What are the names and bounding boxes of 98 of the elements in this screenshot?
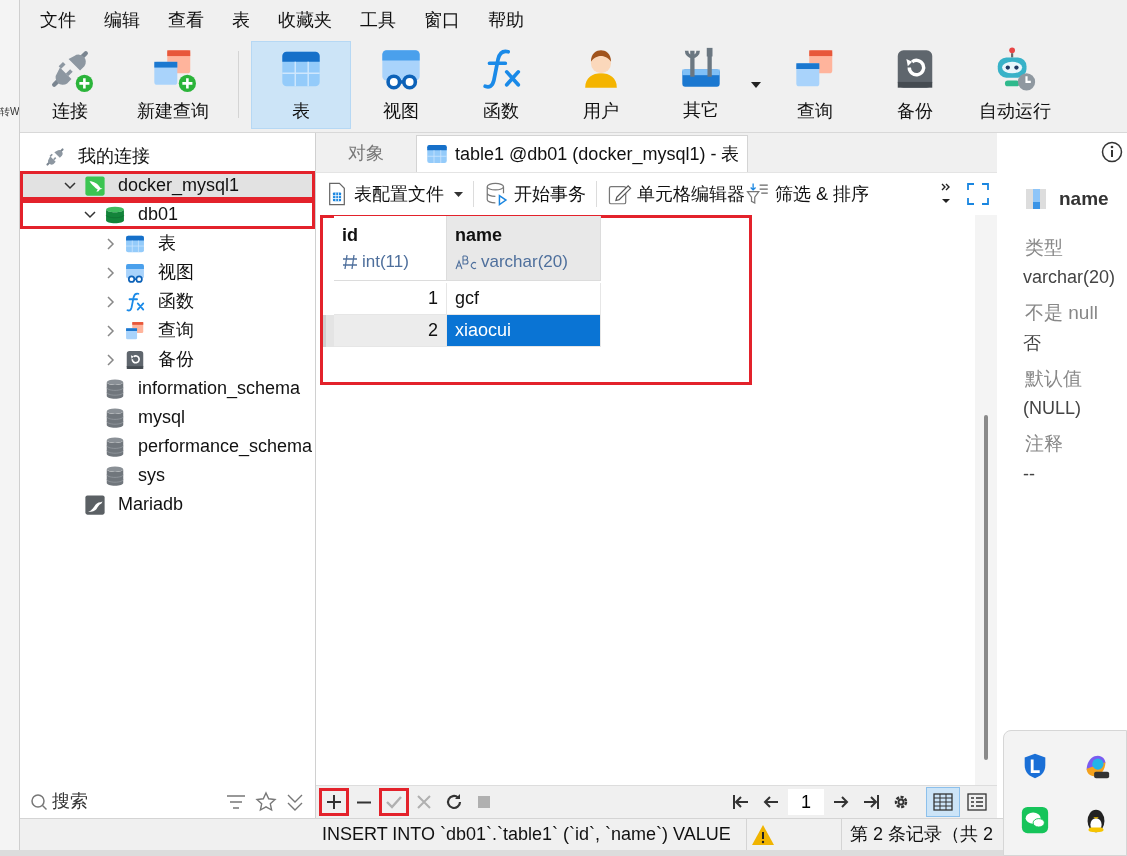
star-icon[interactable] [255, 790, 277, 813]
chevron-right-icon[interactable] [104, 353, 116, 366]
add-button[interactable] [319, 788, 349, 816]
toolbar-button[interactable]: 备份 [865, 41, 965, 129]
field-label: 注释 [1025, 432, 1064, 456]
fullscreen-icon[interactable] [967, 183, 989, 205]
column-icon [1025, 188, 1047, 211]
tree-item[interactable]: 视图 [20, 258, 315, 287]
scrollbar[interactable] [975, 215, 997, 785]
menu-item[interactable]: 工具 [346, 4, 410, 36]
menu-item[interactable]: 文件 [26, 4, 90, 36]
table-cell[interactable]: gcf [447, 283, 601, 315]
tree-item[interactable]: sys [20, 461, 315, 490]
field-value: (NULL) [1023, 397, 1082, 420]
menu-item[interactable]: 窗口 [410, 4, 474, 36]
filter-icon [745, 181, 771, 207]
toolbar-button[interactable]: 连接 [20, 41, 120, 129]
tab[interactable]: table1 @db01 (docker_mysql1) - 表 [416, 135, 749, 172]
field-label: 默认值 [1025, 366, 1083, 391]
toolbar-button[interactable]: 新建查询 [120, 41, 226, 129]
tree-item[interactable]: docker_mysql1 [20, 171, 315, 200]
tree-item[interactable]: 函数 [20, 287, 315, 316]
toolbar-button[interactable]: 用户 [551, 41, 651, 129]
function-icon [124, 290, 146, 313]
column-header[interactable]: name varchar(20) [447, 216, 601, 281]
toolbar-button[interactable]: 开始事务 [484, 178, 586, 210]
first-page-icon [731, 792, 751, 812]
field-label: 不是 null [1025, 301, 1099, 325]
tree-item[interactable]: information_schema [20, 374, 315, 403]
minus-icon [356, 800, 372, 804]
toolbar-button[interactable]: 单元格编辑器 [607, 178, 745, 210]
seal-icon [84, 493, 106, 516]
menu-item[interactable]: 查看 [154, 4, 218, 36]
search-icon [30, 792, 48, 811]
toolbar-button[interactable]: 自动运行 [965, 41, 1065, 129]
dolphin-icon [84, 174, 106, 197]
column-name: name [1059, 187, 1109, 211]
toolbar-button[interactable]: 其它 [651, 40, 751, 129]
database-icon [104, 406, 126, 429]
database-icon [484, 181, 510, 207]
chevron-right-icon[interactable] [104, 237, 116, 250]
database-icon [104, 435, 126, 458]
warning-icon[interactable] [751, 823, 775, 846]
info-icon[interactable] [1101, 141, 1123, 163]
backup-icon [124, 348, 146, 371]
search-field[interactable]: 搜索 [52, 788, 172, 815]
sql-text: INSERT INTO `db01`.`table1` (`id`, `name`) VALUE [322, 823, 732, 846]
add-icon [324, 792, 344, 812]
tree-item[interactable]: 我的连接 [20, 142, 315, 171]
chevron-right-icon[interactable] [104, 295, 116, 308]
hash-icon [342, 253, 358, 270]
toolbar-button[interactable]: 函数 [451, 41, 551, 129]
toolbar-button[interactable]: 表配置文件 [324, 178, 463, 210]
tree-item[interactable]: 查询 [20, 316, 315, 345]
database-icon [104, 377, 126, 400]
menu-item[interactable]: 编辑 [90, 4, 154, 36]
plug-icon [44, 145, 66, 168]
toolbar-button[interactable]: 视图 [351, 41, 451, 129]
column-header[interactable]: id int(11) [334, 216, 447, 281]
caret-icon [751, 81, 761, 88]
text-type-icon [455, 253, 477, 270]
chevron-down-icon[interactable] [84, 208, 96, 221]
last-page-icon [861, 792, 881, 812]
toolbar-button[interactable]: 查询 [765, 41, 865, 129]
tree-item[interactable]: 表 [20, 229, 315, 258]
menu-item[interactable]: 收藏夹 [264, 4, 346, 36]
table-cell[interactable]: 2 [334, 315, 447, 347]
database-icon [104, 464, 126, 487]
form-view-icon [966, 791, 988, 813]
toolbar-button[interactable]: 表 [251, 41, 351, 129]
tree-item[interactable]: mysql [20, 403, 315, 432]
field-value: 否 [1023, 331, 1042, 355]
table-cell[interactable]: xiaocui [447, 315, 601, 347]
chevron-right-icon[interactable] [104, 266, 116, 279]
query-icon [124, 319, 146, 342]
tree-item[interactable]: performance_schema [20, 432, 315, 461]
table-icon [425, 142, 449, 166]
field-value: -- [1023, 462, 1036, 486]
tab[interactable]: 对象 [316, 135, 416, 172]
background-window-text: 转W [0, 105, 19, 119]
filter-icon[interactable] [225, 792, 247, 811]
chevron-right-icon[interactable] [104, 324, 116, 337]
chevron-down-icon[interactable] [64, 179, 76, 192]
tree-item[interactable]: 备份 [20, 345, 315, 374]
menu-item[interactable]: 帮助 [474, 4, 538, 36]
page-number-field[interactable]: 1 [788, 789, 824, 815]
tree-item[interactable]: db01 [20, 200, 315, 229]
tree-item[interactable]: Mariadb [20, 490, 315, 519]
grid-view-button[interactable] [926, 787, 960, 817]
table-cell[interactable]: 1 [334, 283, 447, 315]
menu-item[interactable]: 表 [218, 4, 264, 36]
refresh-icon [444, 792, 464, 812]
record-count: 第 2 条记录（共 2 [849, 823, 994, 846]
view-icon [124, 261, 146, 284]
toolbar-button[interactable]: 筛选 & 排序 [745, 178, 869, 210]
field-label: 类型 [1025, 235, 1064, 260]
field-value: varchar(20) [1023, 266, 1117, 289]
grid-view-icon [932, 791, 954, 813]
